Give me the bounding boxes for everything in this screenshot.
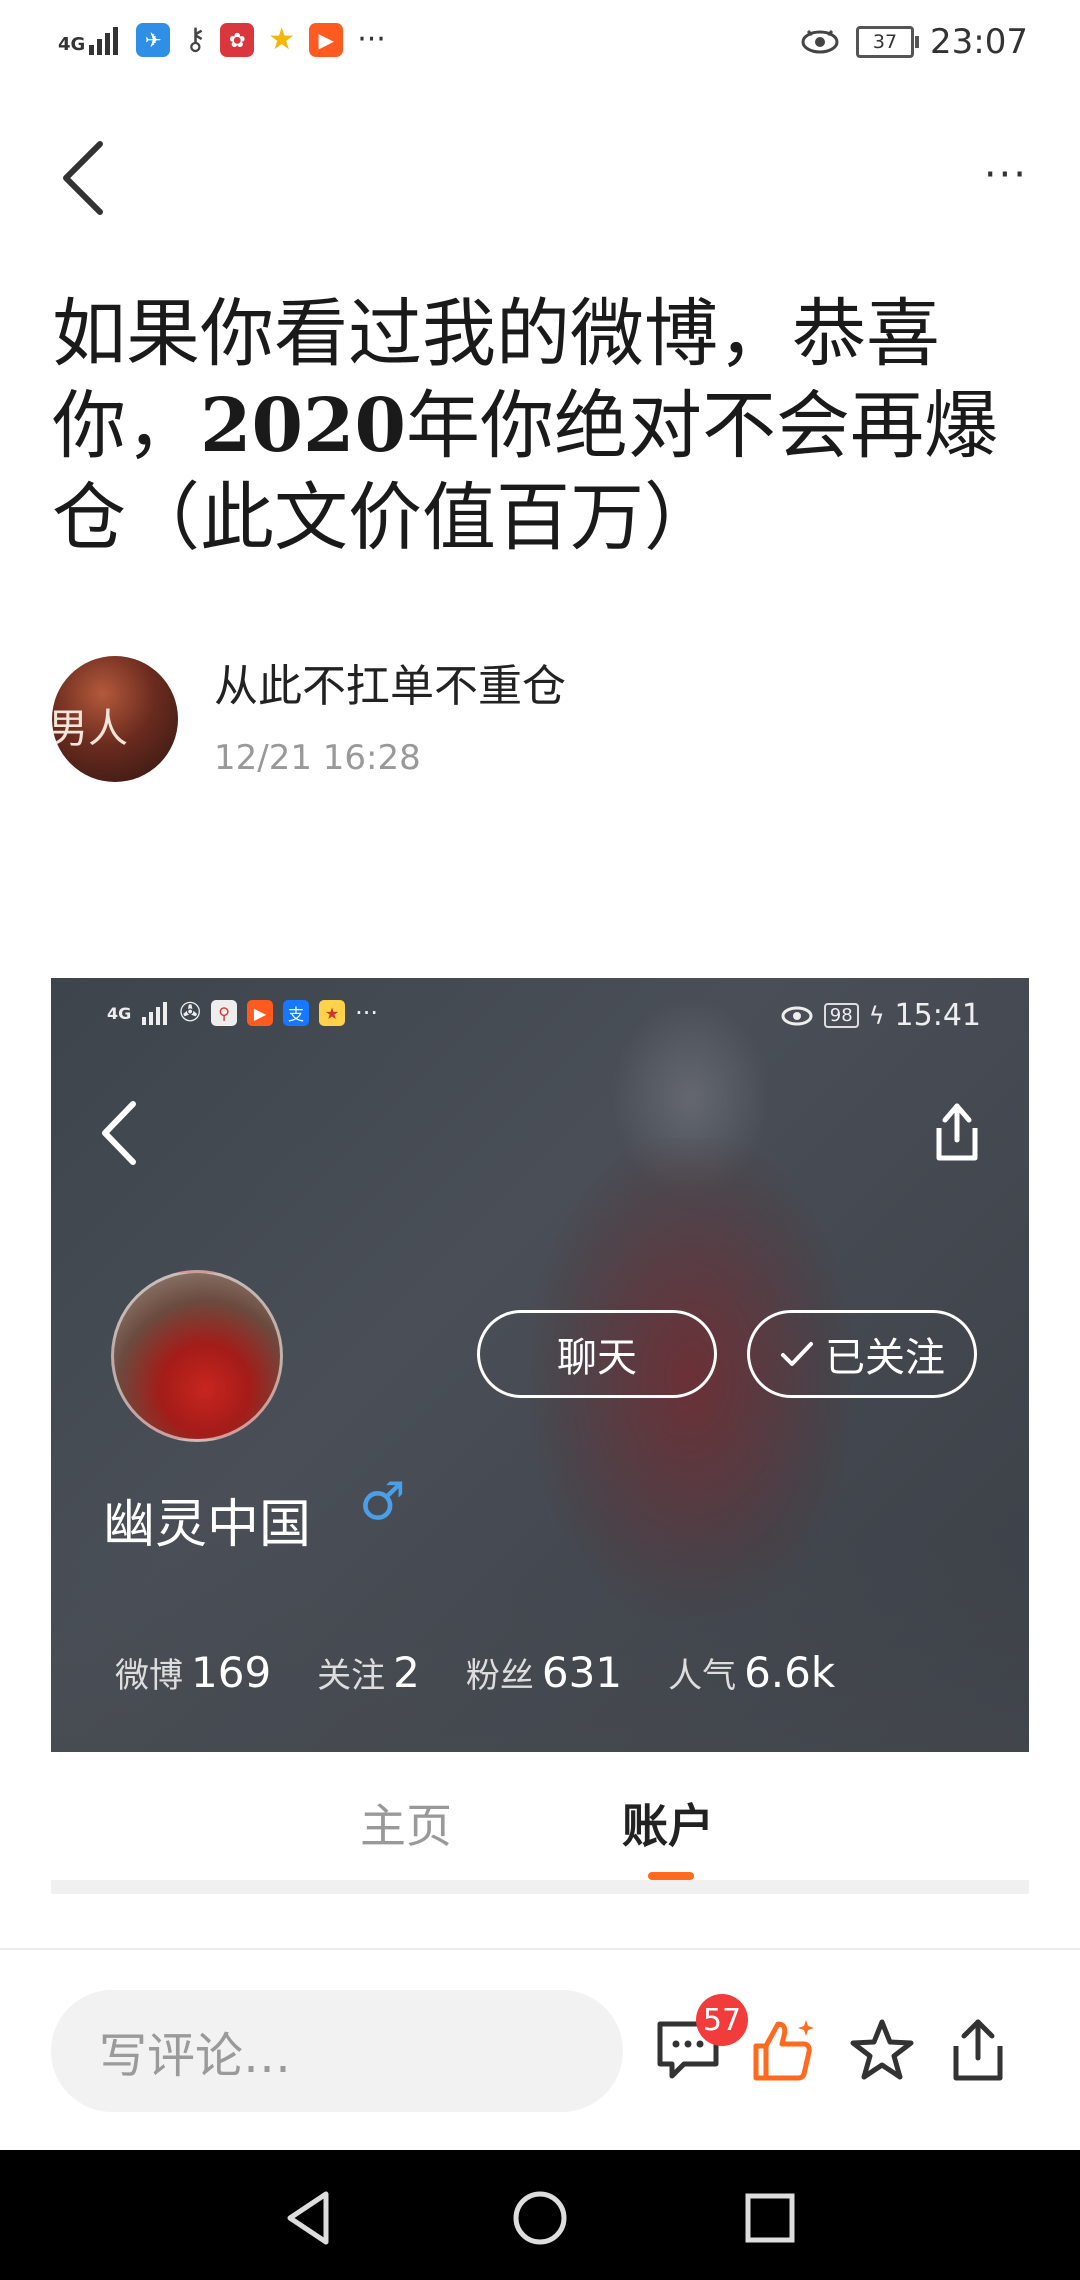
video-app-icon: ▶ <box>309 22 344 57</box>
signal-icon: 4G <box>58 25 122 55</box>
battery-icon: 98 <box>823 1003 859 1028</box>
tab-home[interactable]: 主页 <box>360 1790 452 1856</box>
stat-label: 微博 <box>115 1656 183 1696</box>
author-name[interactable]: 从此不扛单不重仓 <box>214 650 566 714</box>
back-icon[interactable] <box>95 1098 145 1168</box>
background-blur <box>51 1538 1029 1752</box>
stat-value: 169 <box>191 1648 272 1697</box>
back-icon[interactable] <box>54 138 114 218</box>
stat-posts[interactable]: 微博 169 <box>115 1648 271 1697</box>
following-button[interactable]: 已关注 <box>747 1310 977 1398</box>
more-options-icon[interactable]: ··· <box>984 152 1028 198</box>
system-back-icon[interactable] <box>280 2188 340 2248</box>
battery-level: 37 <box>872 31 898 53</box>
tab-divider <box>51 1880 1029 1894</box>
star-app-icon: ★ <box>319 1000 346 1026</box>
more-notifications-icon: ··· <box>357 22 386 57</box>
system-recents-icon[interactable] <box>740 2188 800 2248</box>
network-type: 4G <box>58 33 86 55</box>
map-app-icon: ⚲ <box>211 1000 238 1026</box>
favorite-star-icon[interactable] <box>848 2016 916 2084</box>
stat-popularity[interactable]: 人气 6.6k <box>668 1648 835 1697</box>
stat-value: 631 <box>541 1648 623 1697</box>
status-bar: 4G ✈ ⚷ ✿ ★ ▶ ··· 37 23:07 <box>0 0 1080 90</box>
status-time: 23:07 <box>930 22 1028 62</box>
following-label: 已关注 <box>825 1335 945 1381</box>
embedded-status-time: 15:41 <box>894 998 981 1033</box>
eye-comfort-icon <box>781 1006 813 1025</box>
stat-value: 6.6k <box>744 1648 836 1697</box>
stat-label: 粉丝 <box>465 1656 534 1696</box>
stat-value: 2 <box>393 1648 420 1697</box>
stat-label: 关注 <box>317 1656 386 1696</box>
video-app-icon: ▶ <box>247 1000 274 1026</box>
embedded-profile-screenshot[interactable]: 4G ✇ ⚲ ▶ 支 ★ ··· 98 ϟ 15:41 聊天 已关注 幽灵中国 … <box>51 978 1029 1752</box>
system-home-icon[interactable] <box>510 2188 570 2248</box>
charging-icon: ϟ <box>868 1001 885 1030</box>
huawei-icon: ✿ <box>220 22 255 57</box>
app-notification-icon: ✈ <box>136 22 171 57</box>
embedded-network-type: 4G <box>107 1003 132 1023</box>
bottom-bar-divider <box>0 1948 1080 1950</box>
stat-label: 人气 <box>668 1656 737 1696</box>
star-app-icon: ★ <box>268 22 296 57</box>
alipay-icon: 支 <box>283 1000 310 1026</box>
tab-account[interactable]: 账户 <box>622 1790 714 1856</box>
like-icon[interactable] <box>748 2016 816 2084</box>
signal-icon <box>142 1002 168 1025</box>
male-icon: ♂ <box>359 1472 406 1532</box>
key-icon: ⚷ <box>184 22 207 57</box>
stat-following[interactable]: 关注 2 <box>317 1648 420 1697</box>
eye-comfort-icon <box>801 29 839 54</box>
avatar-text: 男人 <box>52 706 128 752</box>
chat-button[interactable]: 聊天 <box>477 1310 717 1398</box>
battery-level: 98 <box>829 1005 853 1026</box>
embedded-status-left: 4G ✇ ⚲ ▶ 支 ★ ··· <box>107 998 378 1028</box>
tab-active-indicator <box>648 1872 694 1880</box>
profile-avatar[interactable] <box>111 1270 283 1442</box>
more-notifications-icon: ··· <box>355 999 378 1027</box>
app-notification-icon: ✇ <box>179 998 202 1028</box>
check-icon <box>781 1342 813 1366</box>
post-time: 12/21 16:28 <box>214 738 421 778</box>
author-avatar[interactable]: 男人 <box>52 656 178 782</box>
status-left: 4G ✈ ⚷ ✿ ★ ▶ ··· <box>58 22 386 57</box>
share-icon[interactable] <box>927 1096 987 1166</box>
article-title: 如果你看过我的微博，恭喜你，2020年你绝对不会再爆仓（此文价值百万） <box>52 288 1032 564</box>
profile-stats: 微博 169 关注 2 粉丝 631 人气 6.6k <box>115 1648 881 1697</box>
profile-username: 幽灵中国 <box>103 1495 312 1555</box>
comment-input[interactable]: 写评论… <box>51 1990 623 2112</box>
embedded-status-right: 98 ϟ 15:41 <box>780 998 981 1033</box>
title-year: 2020 <box>200 383 406 469</box>
stat-followers[interactable]: 粉丝 631 <box>466 1648 622 1697</box>
share-icon[interactable] <box>944 2016 1012 2084</box>
status-right: 37 23:07 <box>800 22 1028 62</box>
comment-count-badge: 57 <box>696 1994 748 2046</box>
battery-icon: 37 <box>856 26 920 58</box>
